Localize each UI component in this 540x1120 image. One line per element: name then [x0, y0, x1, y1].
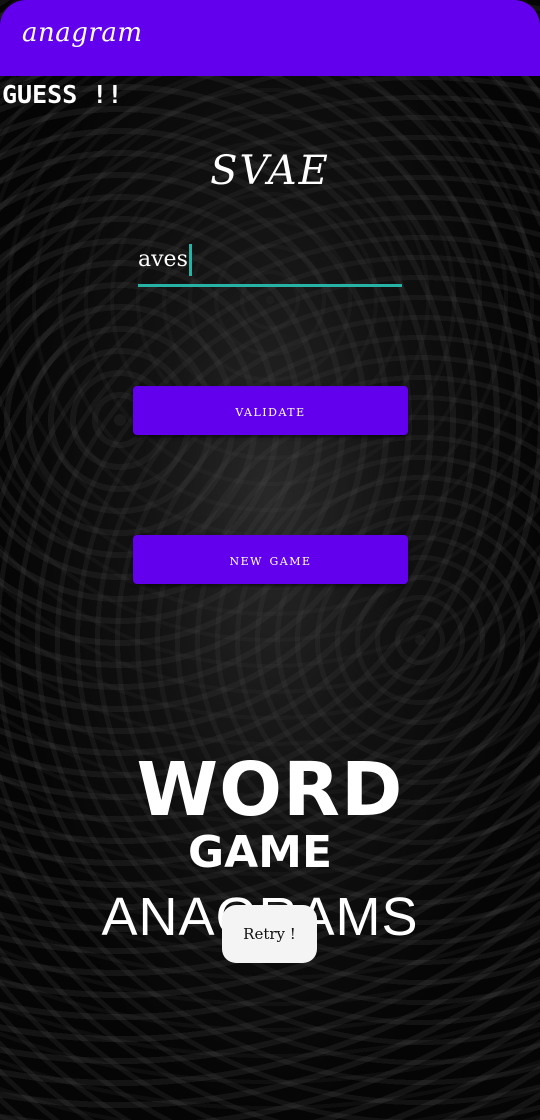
answer-text: aves — [138, 244, 192, 276]
app-title: anagram — [22, 18, 143, 48]
screen: anagram GUESS !! SVAE aves VALIDATE NEW … — [0, 0, 540, 1120]
new-game-button[interactable]: NEW GAME — [133, 535, 408, 584]
answer-value: aves — [138, 247, 188, 272]
guess-label: GUESS !! — [2, 80, 123, 109]
logo-word-text: WORD — [136, 747, 404, 833]
app-bar: anagram — [0, 0, 540, 76]
answer-field[interactable]: aves — [138, 236, 402, 287]
validate-button[interactable]: VALIDATE — [133, 386, 408, 435]
scrambled-word: SVAE — [210, 148, 330, 194]
logo-game-text: GAME — [187, 827, 332, 878]
text-caret — [188, 244, 192, 276]
retry-button[interactable]: Retry ! — [222, 905, 317, 963]
